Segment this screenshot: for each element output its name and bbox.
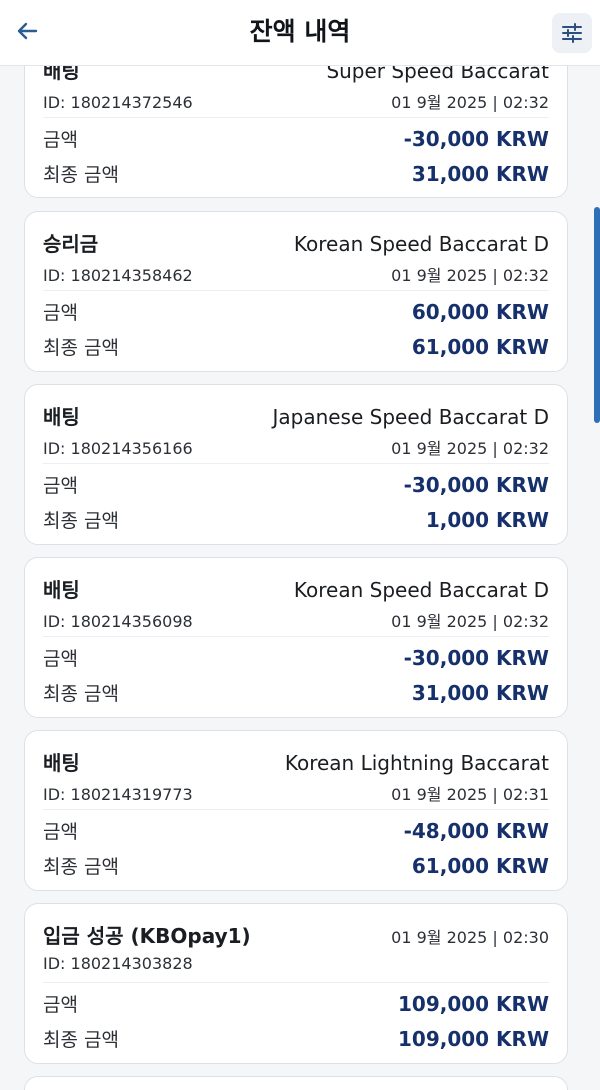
transaction-type: 승리금	[43, 232, 99, 256]
transaction-type: 배팅	[43, 405, 80, 429]
amount-label: 금액	[43, 129, 78, 151]
page-title: 잔액 내역	[249, 17, 351, 46]
filter-button[interactable]	[552, 13, 592, 53]
final-amount-value: 61,000 KRW	[411, 854, 549, 878]
transaction-card[interactable]	[24, 1076, 568, 1090]
transaction-date: 01 9월 2025 | 02:32	[391, 93, 549, 112]
amount-label: 금액	[43, 648, 78, 670]
scrollbar-thumb[interactable]	[594, 207, 600, 423]
final-amount-label: 최종 금액	[43, 856, 119, 878]
transaction-date: 01 9월 2025 | 02:31	[391, 785, 549, 804]
divider	[43, 636, 549, 637]
divider	[43, 290, 549, 291]
final-amount-value: 109,000 KRW	[397, 1027, 549, 1051]
amount-value: 109,000 KRW	[397, 992, 549, 1016]
transaction-card[interactable]: 배팅 Korean Speed Baccarat D ID: 180214356…	[24, 557, 568, 718]
amount-value: -48,000 KRW	[403, 819, 549, 843]
transaction-id: ID: 180214356098	[43, 612, 193, 631]
transaction-date: 01 9월 2025 | 02:32	[391, 612, 549, 631]
final-amount-value: 31,000 KRW	[411, 162, 549, 186]
transaction-id: ID: 180214303828	[43, 954, 193, 973]
transaction-date: 01 9월 2025 | 02:30	[391, 928, 549, 947]
transaction-list[interactable]: 배팅 Super Speed Baccarat ID: 180214372546…	[0, 0, 600, 1090]
amount-value: -30,000 KRW	[403, 473, 549, 497]
transaction-date: 01 9월 2025 | 02:32	[391, 439, 549, 458]
final-amount-label: 최종 금액	[43, 337, 119, 359]
final-amount-label: 최종 금액	[43, 164, 119, 186]
amount-label: 금액	[43, 475, 78, 497]
transaction-card[interactable]: 입금 성공 (KBOpay1) 01 9월 2025 | 02:30 ID: 1…	[24, 903, 568, 1064]
final-amount-label: 최종 금액	[43, 1029, 119, 1051]
transaction-id: ID: 180214372546	[43, 93, 193, 112]
sliders-icon	[562, 23, 582, 43]
game-name: Japanese Speed Baccarat D	[272, 405, 549, 429]
transaction-date: 01 9월 2025 | 02:32	[391, 266, 549, 285]
divider	[43, 809, 549, 810]
transaction-card[interactable]: 승리금 Korean Speed Baccarat D ID: 18021435…	[24, 211, 568, 372]
amount-label: 금액	[43, 302, 78, 324]
final-amount-value: 31,000 KRW	[411, 681, 549, 705]
final-amount-value: 1,000 KRW	[425, 508, 549, 532]
final-amount-value: 61,000 KRW	[411, 335, 549, 359]
transaction-id: ID: 180214358462	[43, 266, 193, 285]
final-amount-label: 최종 금액	[43, 510, 119, 532]
transaction-type: 배팅	[43, 751, 80, 775]
final-amount-label: 최종 금액	[43, 683, 119, 705]
transaction-id: ID: 180214356166	[43, 439, 193, 458]
divider	[43, 463, 549, 464]
amount-label: 금액	[43, 821, 78, 843]
game-name: Korean Speed Baccarat D	[293, 578, 549, 602]
transaction-card[interactable]: 배팅 Japanese Speed Baccarat D ID: 1802143…	[24, 384, 568, 545]
game-name: Korean Speed Baccarat D	[293, 232, 549, 256]
transaction-type: 배팅	[43, 578, 80, 602]
amount-value: -30,000 KRW	[403, 646, 549, 670]
transaction-id: ID: 180214319773	[43, 785, 193, 804]
game-name: Korean Lightning Baccarat	[284, 751, 549, 775]
transaction-type: 입금 성공 (KBOpay1)	[43, 924, 251, 948]
amount-label: 금액	[43, 994, 78, 1016]
app-header: 잔액 내역	[0, 0, 600, 66]
amount-value: 60,000 KRW	[411, 300, 549, 324]
divider	[43, 982, 549, 983]
amount-value: -30,000 KRW	[403, 127, 549, 151]
divider	[43, 117, 549, 118]
transaction-card[interactable]: 배팅 Korean Lightning Baccarat ID: 1802143…	[24, 730, 568, 891]
